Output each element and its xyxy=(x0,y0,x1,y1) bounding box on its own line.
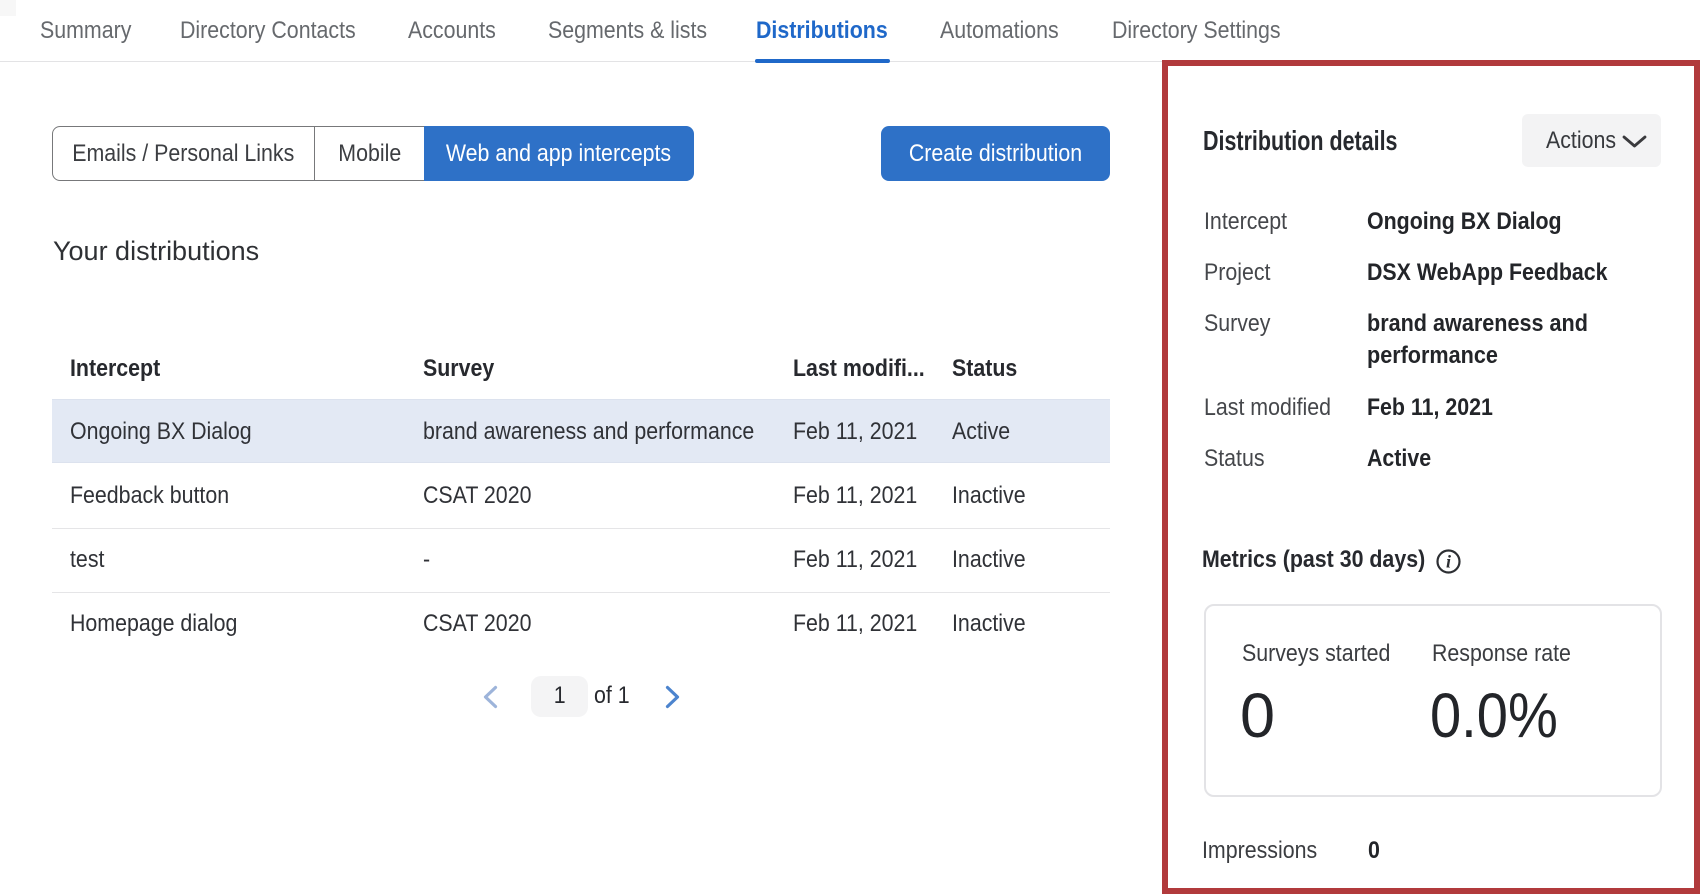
svg-text:i: i xyxy=(1446,552,1451,572)
